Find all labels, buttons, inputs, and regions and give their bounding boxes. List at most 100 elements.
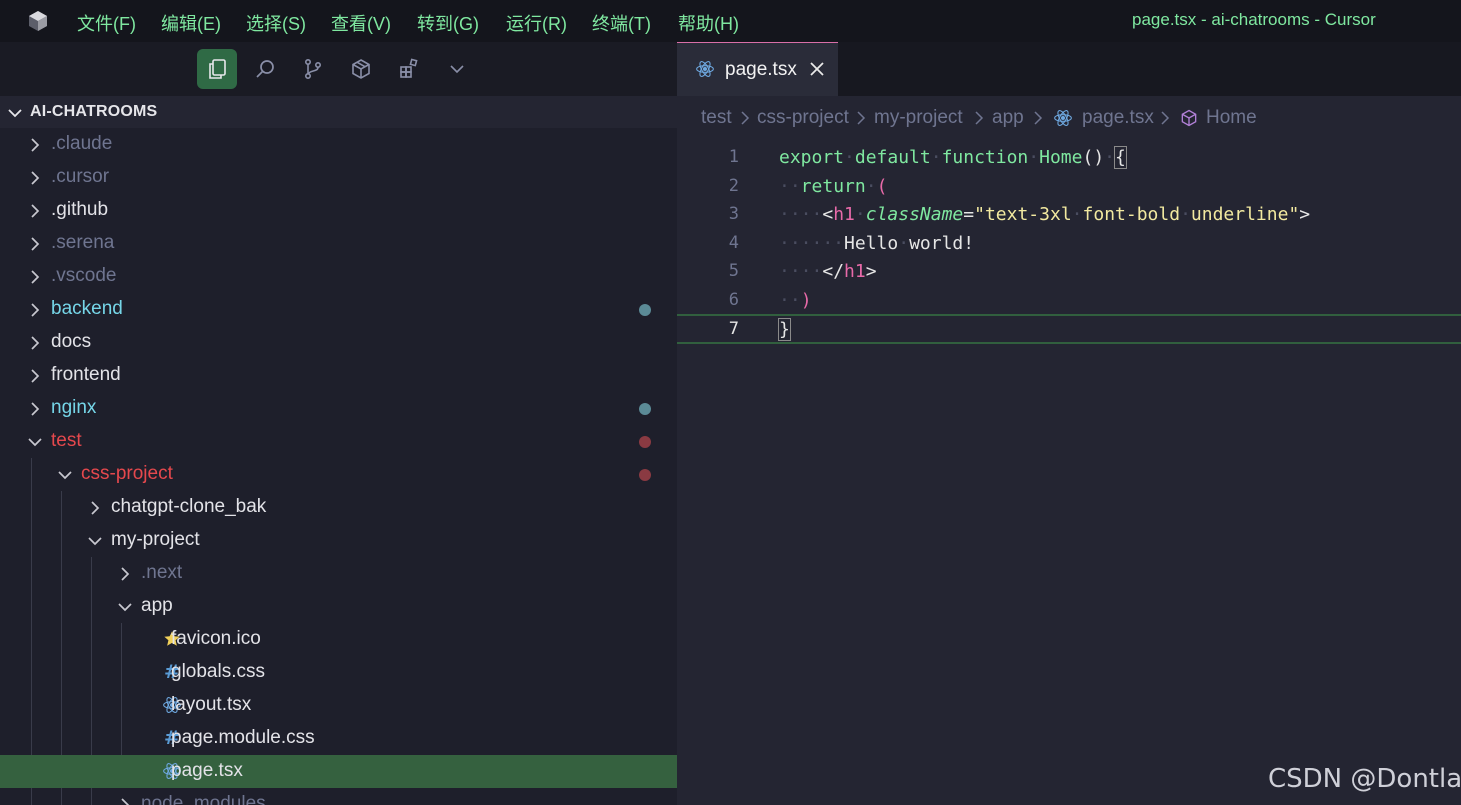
- code-line-5: 5 ····</h1>: [677, 258, 1461, 286]
- cursor-logo-icon: [29, 11, 47, 31]
- tree-item-label: layout.tsx: [171, 694, 252, 715]
- files-icon[interactable]: [197, 49, 237, 89]
- line-number: 1: [728, 147, 739, 167]
- explorer-root-header[interactable]: AI-CHATROOMS: [0, 96, 677, 128]
- chevron-right-icon: [31, 138, 40, 152]
- breadcrumb-my-project[interactable]: my-project: [874, 107, 963, 129]
- code-line-3: 3 ····<h1·className="text-3xl·font-bold·…: [677, 201, 1461, 229]
- tree-item-app[interactable]: app: [0, 590, 677, 623]
- extensions-grid-icon[interactable]: [389, 49, 429, 89]
- chevron-right-icon: [31, 369, 40, 383]
- chevron-right-icon: [121, 798, 130, 805]
- git-status-dot: [639, 436, 651, 448]
- chevron-down-icon: [88, 537, 102, 546]
- editor-tab-bar: page.tsx: [677, 42, 1461, 96]
- tree-item-label: .github: [51, 199, 109, 220]
- chevron-right-icon: [31, 336, 40, 350]
- tree-item-docs[interactable]: docs: [0, 326, 677, 359]
- menu-file[interactable]: 文件(F): [77, 10, 136, 36]
- tree-item-serena[interactable]: .serena: [0, 227, 677, 260]
- code-line-1: 1 export·default·function·Home()·{: [677, 144, 1461, 172]
- code-editor[interactable]: 1 export·default·function·Home()·{ 2 ··r…: [677, 140, 1461, 805]
- tree-item-page-tsx[interactable]: page.tsx: [0, 755, 677, 788]
- chevron-right-icon: [741, 111, 750, 125]
- chevron-right-icon: [975, 111, 984, 125]
- tree-item-frontend[interactable]: frontend: [0, 359, 677, 392]
- menu-run[interactable]: 运行(R): [506, 10, 567, 36]
- tree-item-vscode[interactable]: .vscode: [0, 260, 677, 293]
- tree-item-label: app: [141, 595, 173, 616]
- menu-edit[interactable]: 编辑(E): [161, 10, 221, 36]
- breadcrumb-page-tsx[interactable]: page.tsx: [1082, 107, 1154, 129]
- chevron-down-icon[interactable]: [437, 49, 477, 89]
- tree-item-label: .next: [141, 562, 183, 583]
- line-number: 4: [728, 233, 739, 253]
- tree-item-label: page.module.css: [171, 727, 315, 748]
- source-control-icon[interactable]: [293, 49, 333, 89]
- tree-item-label: frontend: [51, 364, 121, 385]
- code-line-4: 4 ······Hello·world!: [677, 230, 1461, 258]
- tree-item-label: page.tsx: [171, 760, 243, 781]
- explorer-panel: AI-CHATROOMS .claude .cursor .github .seren…: [0, 96, 677, 805]
- activity-bar: [0, 42, 677, 96]
- title-bar: 文件(F) 编辑(E) 选择(S) 查看(V) 转到(G) 运行(R) 终端(T…: [0, 0, 1461, 42]
- git-status-dot: [639, 403, 651, 415]
- tree-item-github[interactable]: .github: [0, 194, 677, 227]
- extensions-box-icon[interactable]: [341, 49, 381, 89]
- tree-item-label: .cursor: [51, 166, 110, 187]
- search-icon[interactable]: [245, 49, 285, 89]
- tree-item-nginx[interactable]: nginx: [0, 392, 677, 425]
- tab-label: page.tsx: [725, 59, 797, 80]
- tree-item-my-project[interactable]: my-project: [0, 524, 677, 557]
- tree-item-label: .serena: [51, 232, 115, 253]
- close-icon[interactable]: [807, 59, 827, 79]
- tree-item-claude[interactable]: .claude: [0, 128, 677, 161]
- chevron-down-icon: [118, 603, 132, 612]
- code-line-2: 2 ··return·(: [677, 173, 1461, 201]
- chevron-down-icon: [28, 438, 42, 447]
- code-line-6: 6 ··): [677, 287, 1461, 315]
- chevron-right-icon: [31, 270, 40, 284]
- menu-help[interactable]: 帮助(H): [678, 10, 739, 36]
- breadcrumb-app[interactable]: app: [992, 107, 1024, 129]
- tree-item-next[interactable]: .next: [0, 557, 677, 590]
- tree-item-label: docs: [51, 331, 92, 352]
- react-icon: [696, 61, 714, 77]
- tree-item-page-module-css[interactable]: # page.module.css: [0, 722, 677, 755]
- chevron-right-icon: [1161, 111, 1170, 125]
- tree-item-layout-tsx[interactable]: layout.tsx: [0, 689, 677, 722]
- chevron-down-icon: [8, 109, 22, 118]
- tree-item-backend[interactable]: backend: [0, 293, 677, 326]
- chevron-right-icon: [857, 111, 866, 125]
- tree-item-label: my-project: [111, 529, 200, 550]
- breadcrumb-test[interactable]: test: [701, 107, 732, 129]
- tree-item-globals-css[interactable]: # globals.css: [0, 656, 677, 689]
- tree-item-label: favicon.ico: [171, 628, 261, 649]
- chevron-right-icon: [31, 204, 40, 218]
- tab-page-tsx[interactable]: page.tsx: [677, 42, 838, 96]
- tree-item-label: test: [51, 430, 82, 451]
- menu-selection[interactable]: 选择(S): [246, 10, 306, 36]
- breadcrumb-home-symbol[interactable]: Home: [1206, 107, 1257, 129]
- tree-item-favicon-ico[interactable]: favicon.ico: [0, 623, 677, 656]
- chevron-down-icon: [58, 471, 72, 480]
- breadcrumb-css-project[interactable]: css-project: [757, 107, 849, 129]
- tree-item-test[interactable]: test: [0, 425, 677, 458]
- git-status-dot: [639, 469, 651, 481]
- menu-terminal[interactable]: 终端(T): [592, 10, 651, 36]
- git-status-dot: [639, 304, 651, 316]
- explorer-root-label: AI-CHATROOMS: [30, 103, 158, 120]
- chevron-right-icon: [121, 567, 130, 581]
- menu-view[interactable]: 查看(V): [331, 10, 391, 36]
- symbol-method-icon: [1181, 109, 1197, 127]
- line-number: 5: [728, 261, 739, 281]
- tree-item-chatgpt-clone-bak[interactable]: chatgpt-clone_bak: [0, 491, 677, 524]
- tree-item-node-modules[interactable]: node_modules: [0, 788, 677, 805]
- tree-item-cursor[interactable]: .cursor: [0, 161, 677, 194]
- chevron-right-icon: [91, 501, 100, 515]
- chevron-right-icon: [1034, 111, 1043, 125]
- tree-item-label: node_modules: [141, 793, 266, 805]
- tree-item-css-project[interactable]: css-project: [0, 458, 677, 491]
- menu-go[interactable]: 转到(G): [417, 10, 479, 36]
- watermark: CSDN @Dontla: [1268, 764, 1461, 794]
